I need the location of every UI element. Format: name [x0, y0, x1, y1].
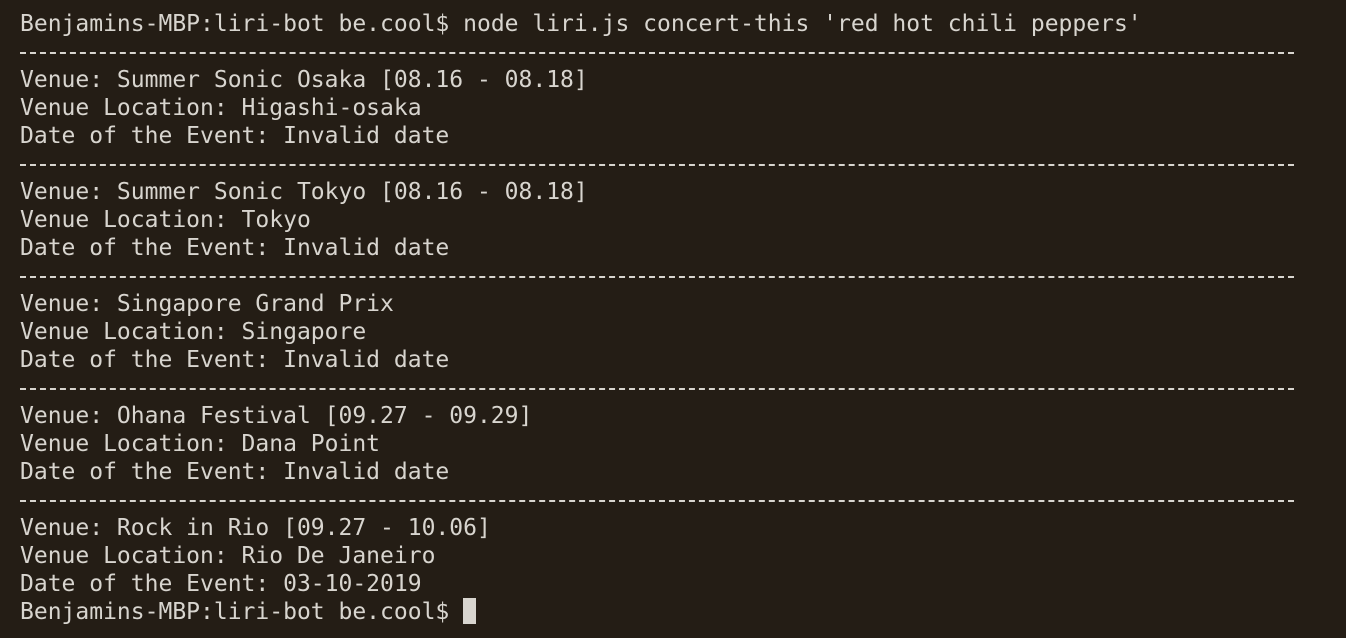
prompt-line[interactable]: Benjamins-MBP:liri-bot be.cool$ — [20, 598, 1346, 626]
event-date: Date of the Event: Invalid date — [20, 123, 450, 149]
terminal-window[interactable]: Benjamins-MBP:liri-bot be.cool$ node lir… — [0, 0, 1346, 638]
event-location: Venue Location: Rio De Janeiro — [20, 543, 436, 569]
shell-prompt: Benjamins-MBP:liri-bot be.cool$ — [20, 11, 450, 37]
event-venue: Venue: Rock in Rio [09.27 - 10.06] — [20, 515, 491, 541]
text-cursor[interactable] — [463, 598, 477, 624]
separator — [20, 38, 1346, 66]
event-venue: Venue: Summer Sonic Tokyo [08.16 - 08.18… — [20, 179, 588, 205]
event-date: Date of the Event: 03-10-2019 — [20, 571, 422, 597]
event-location: Venue Location: Tokyo — [20, 207, 311, 233]
separator — [20, 262, 1346, 290]
separator — [20, 374, 1346, 402]
event-date: Date of the Event: Invalid date — [20, 459, 450, 485]
event-venue: Venue: Singapore Grand Prix — [20, 291, 394, 317]
event-location: Venue Location: Dana Point — [20, 431, 381, 457]
event-venue: Venue: Summer Sonic Osaka [08.16 - 08.18… — [20, 67, 588, 93]
command-line: Benjamins-MBP:liri-bot be.cool$ node lir… — [20, 10, 1346, 38]
event-date: Date of the Event: Invalid date — [20, 235, 450, 261]
event-venue: Venue: Ohana Festival [09.27 - 09.29] — [20, 403, 533, 429]
shell-prompt: Benjamins-MBP:liri-bot be.cool$ — [20, 599, 450, 625]
event-date: Date of the Event: Invalid date — [20, 347, 450, 373]
command-text: node liri.js concert-this 'red hot chili… — [463, 11, 1142, 37]
event-location: Venue Location: Higashi-osaka — [20, 95, 422, 121]
separator — [20, 150, 1346, 178]
separator — [20, 486, 1346, 514]
event-location: Venue Location: Singapore — [20, 319, 367, 345]
